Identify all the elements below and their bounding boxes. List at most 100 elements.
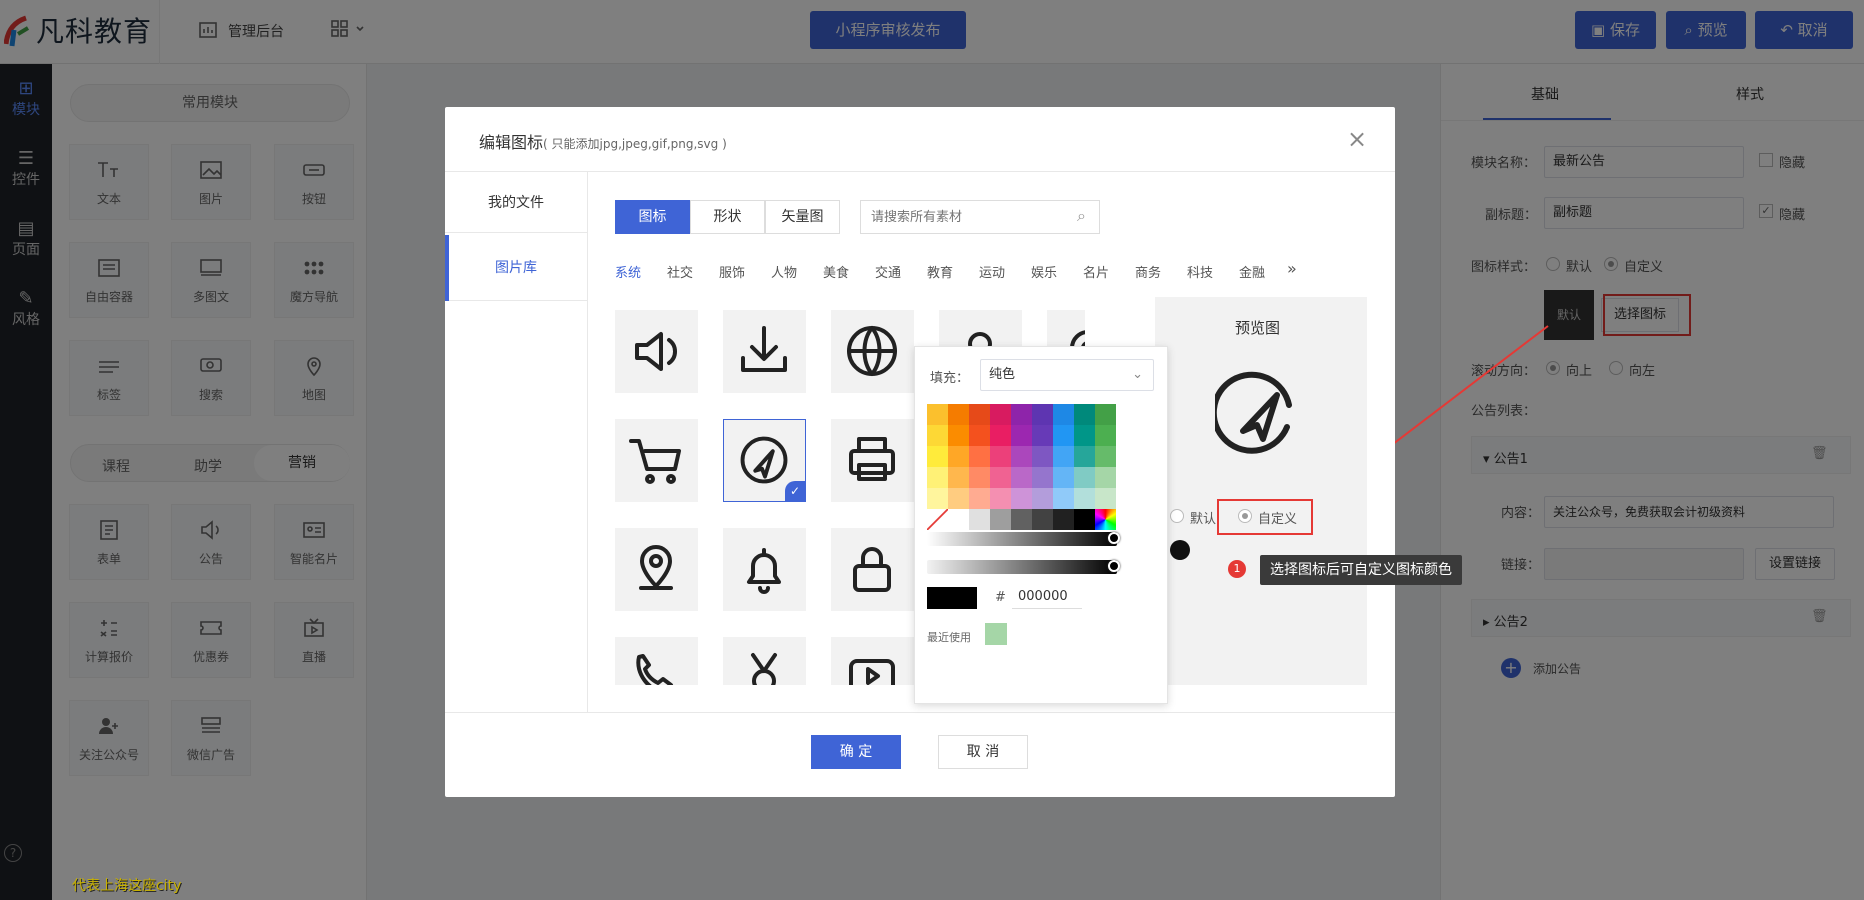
brightness-handle[interactable]: [1108, 532, 1120, 544]
icon-tile[interactable]: [831, 637, 914, 685]
palette-swatch[interactable]: [927, 509, 948, 530]
palette-swatch[interactable]: [969, 425, 990, 446]
palette-swatch[interactable]: [1011, 467, 1032, 488]
palette-swatch[interactable]: [1053, 488, 1074, 509]
palette-swatch[interactable]: [927, 488, 948, 509]
icon-tile[interactable]: [615, 419, 698, 502]
palette-swatch[interactable]: [1053, 509, 1074, 530]
preview-custom-radio[interactable]: [1238, 509, 1252, 523]
palette-swatch[interactable]: [1032, 425, 1053, 446]
palette-swatch[interactable]: [1095, 467, 1116, 488]
palette-swatch[interactable]: [948, 467, 969, 488]
palette-swatch[interactable]: [1032, 488, 1053, 509]
icon-tile[interactable]: [615, 310, 698, 393]
nav-my-files[interactable]: 我的文件: [445, 173, 587, 233]
palette-swatch[interactable]: [990, 488, 1011, 509]
palette-swatch[interactable]: [948, 404, 969, 425]
palette-swatch[interactable]: [969, 509, 990, 530]
palette-swatch[interactable]: [927, 446, 948, 467]
palette-swatch[interactable]: [1074, 488, 1095, 509]
fill-select[interactable]: 纯色 ⌄: [980, 359, 1154, 391]
palette-swatch[interactable]: [969, 488, 990, 509]
palette-swatch[interactable]: [969, 467, 990, 488]
category-education[interactable]: 教育: [927, 262, 953, 281]
icon-tile[interactable]: [831, 419, 914, 502]
icon-tile[interactable]: [831, 310, 914, 393]
palette-swatch[interactable]: [1074, 446, 1095, 467]
brightness-slider[interactable]: [927, 532, 1117, 546]
palette-swatch[interactable]: [1095, 446, 1116, 467]
nav-image-library[interactable]: 图片库: [445, 235, 587, 301]
palette-swatch[interactable]: [948, 425, 969, 446]
category-system[interactable]: 系统: [615, 262, 641, 281]
palette-swatch[interactable]: [927, 425, 948, 446]
palette-swatch[interactable]: [969, 404, 990, 425]
palette-swatch[interactable]: [990, 404, 1011, 425]
palette-swatch[interactable]: [1053, 425, 1074, 446]
color-swatch-button[interactable]: [1170, 540, 1190, 560]
palette-swatch[interactable]: [1011, 425, 1032, 446]
category-people[interactable]: 人物: [771, 262, 797, 281]
palette-swatch[interactable]: [927, 404, 948, 425]
category-clothing[interactable]: 服饰: [719, 262, 745, 281]
icon-tile[interactable]: [723, 637, 806, 685]
icon-tile-selected[interactable]: ✓: [723, 419, 806, 502]
opacity-handle[interactable]: [1108, 560, 1120, 572]
palette-swatch[interactable]: [1095, 509, 1116, 530]
icon-tile[interactable]: [615, 528, 698, 611]
palette-swatch[interactable]: [1095, 425, 1116, 446]
type-tab-shapes[interactable]: 形状: [690, 200, 765, 234]
category-finance[interactable]: 金融: [1239, 262, 1265, 281]
palette-swatch[interactable]: [1053, 404, 1074, 425]
palette-swatch[interactable]: [1053, 467, 1074, 488]
icon-tile[interactable]: [615, 637, 698, 685]
category-card[interactable]: 名片: [1083, 262, 1109, 281]
category-traffic[interactable]: 交通: [875, 262, 901, 281]
search-icon[interactable]: ⌕: [1077, 206, 1086, 226]
palette-swatch[interactable]: [1074, 404, 1095, 425]
palette-swatch[interactable]: [1011, 404, 1032, 425]
palette-swatch[interactable]: [990, 467, 1011, 488]
palette-swatch[interactable]: [1032, 404, 1053, 425]
palette-swatch[interactable]: [990, 509, 1011, 530]
palette-swatch[interactable]: [1074, 467, 1095, 488]
material-search-input[interactable]: [860, 200, 1100, 234]
palette-swatch[interactable]: [1032, 467, 1053, 488]
type-tab-icons[interactable]: 图标: [615, 200, 690, 234]
close-icon[interactable]: ×: [1347, 125, 1367, 153]
category-sports[interactable]: 运动: [979, 262, 1005, 281]
modal-cancel-button[interactable]: 取 消: [938, 735, 1028, 769]
icon-tile[interactable]: [723, 528, 806, 611]
preview-default-radio[interactable]: [1170, 509, 1184, 523]
palette-swatch[interactable]: [948, 488, 969, 509]
palette-swatch[interactable]: [948, 446, 969, 467]
palette-swatch[interactable]: [1032, 509, 1053, 530]
category-tech[interactable]: 科技: [1187, 262, 1213, 281]
palette-swatch[interactable]: [1095, 488, 1116, 509]
palette-swatch[interactable]: [990, 446, 1011, 467]
palette-swatch[interactable]: [1011, 488, 1032, 509]
more-categories-icon[interactable]: »: [1287, 259, 1297, 278]
palette-swatch[interactable]: [1011, 509, 1032, 530]
palette-swatch[interactable]: [1074, 425, 1095, 446]
opacity-slider[interactable]: [927, 560, 1117, 574]
category-social[interactable]: 社交: [667, 262, 693, 281]
palette-swatch[interactable]: [1074, 509, 1095, 530]
palette-swatch[interactable]: [927, 467, 948, 488]
recent-color-swatch[interactable]: [985, 623, 1007, 645]
category-business[interactable]: 商务: [1135, 262, 1161, 281]
category-food[interactable]: 美食: [823, 262, 849, 281]
palette-swatch[interactable]: [990, 425, 1011, 446]
icon-tile[interactable]: [723, 310, 806, 393]
palette-swatch[interactable]: [1011, 446, 1032, 467]
palette-swatch[interactable]: [1095, 404, 1116, 425]
type-tab-vectors[interactable]: 矢量图: [765, 200, 840, 234]
palette-swatch[interactable]: [1032, 446, 1053, 467]
palette-swatch[interactable]: [969, 446, 990, 467]
hex-input[interactable]: 000000: [1012, 585, 1082, 609]
confirm-button[interactable]: 确 定: [811, 735, 901, 769]
palette-swatch[interactable]: [1053, 446, 1074, 467]
category-entertainment[interactable]: 娱乐: [1031, 262, 1057, 281]
palette-swatch[interactable]: [948, 509, 969, 530]
icon-tile[interactable]: [831, 528, 914, 611]
